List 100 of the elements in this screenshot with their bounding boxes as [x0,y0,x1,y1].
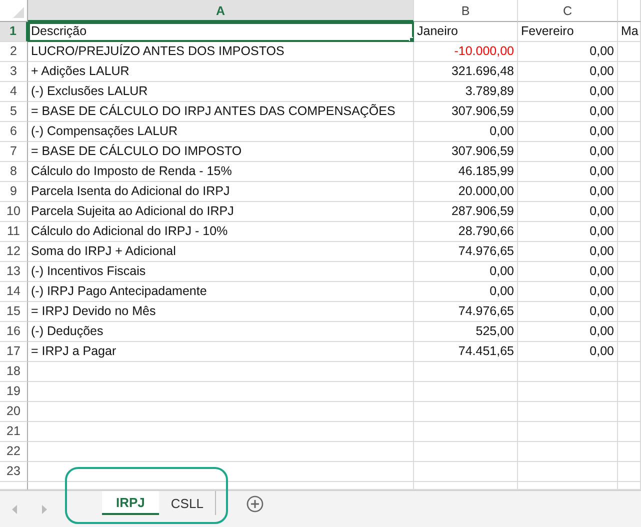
row-header[interactable]: 15 [0,302,28,322]
table-cell: (-) Deduções [28,322,414,342]
row-header[interactable]: 22 [0,442,28,462]
row-header[interactable]: 2 [0,42,28,62]
table-cell: 74.976,65 [414,302,518,322]
table-cell [618,42,641,62]
sheet-tab[interactable]: CSLL [158,491,216,515]
table-cell [618,162,641,182]
column-header[interactable] [618,0,641,22]
table-cell [618,442,641,462]
row-header[interactable]: 19 [0,382,28,402]
row-header[interactable]: 9 [0,182,28,202]
table-cell: 0,00 [518,282,618,302]
table-cell: 74.451,65 [414,342,518,362]
table-cell: Descrição [28,22,414,42]
column-header[interactable]: C [518,0,618,22]
table-cell: 20.000,00 [414,182,518,202]
table-cell: Cálculo do Imposto de Renda - 15% [28,162,414,182]
table-cell: 525,00 [414,322,518,342]
table-cell: Fevereiro [518,22,618,42]
row-header[interactable]: 10 [0,202,28,222]
table-cell: 0,00 [518,242,618,262]
row-header[interactable]: 23 [0,462,28,482]
table-cell: = BASE DE CÁLCULO DO IMPOSTO [28,142,414,162]
table-cell: Cálculo do Adicional do IRPJ - 10% [28,222,414,242]
table-cell: 287.906,59 [414,202,518,222]
table-cell [618,202,641,222]
table-cell: 0,00 [518,182,618,202]
table-cell: -10.000,00 [414,42,518,62]
table-cell: 0,00 [518,322,618,342]
row-header[interactable]: 7 [0,142,28,162]
table-cell [618,222,641,242]
table-cell: = IRPJ a Pagar [28,342,414,362]
scroll-right-icon[interactable] [42,504,48,514]
column-header[interactable]: A [28,0,414,22]
table-cell [618,322,641,342]
row-header[interactable]: 14 [0,282,28,302]
table-cell: = IRPJ Devido no Mês [28,302,414,322]
table-cell [618,262,641,282]
table-cell: 0,00 [518,302,618,322]
table-cell: 28.790,66 [414,222,518,242]
table-cell: 0,00 [518,122,618,142]
table-cell [618,82,641,102]
table-cell [618,62,641,82]
table-cell: 0,00 [518,102,618,122]
table-cell: 0,00 [414,262,518,282]
row-header[interactable]: 13 [0,262,28,282]
table-cell: 0,00 [518,162,618,182]
row-header[interactable]: 21 [0,422,28,442]
table-cell [618,102,641,122]
column-header[interactable]: B [414,0,518,22]
row-header[interactable]: 11 [0,222,28,242]
table-cell: 0,00 [518,82,618,102]
table-cell [618,302,641,322]
table-cell [618,142,641,162]
table-cell [618,402,641,422]
table-cell: 0,00 [414,122,518,142]
table-cell: Parcela Isenta do Adicional do IRPJ [28,182,414,202]
table-cell [618,242,641,262]
row-header[interactable]: 17 [0,342,28,362]
table-cell [618,122,641,142]
row-header[interactable]: 16 [0,322,28,342]
table-cell: Parcela Sujeita ao Adicional do IRPJ [28,202,414,222]
row-header[interactable]: 8 [0,162,28,182]
row-header[interactable]: 6 [0,122,28,142]
table-cell: LUCRO/PREJUÍZO ANTES DOS IMPOSTOS [28,42,414,62]
table-cell: Ma [618,22,641,42]
row-header[interactable]: 18 [0,362,28,382]
table-cell: 0,00 [518,222,618,242]
scroll-left-icon[interactable] [12,504,18,514]
table-cell: Soma do IRPJ + Adicional [28,242,414,262]
row-header[interactable]: 3 [0,62,28,82]
table-cell: 46.185,99 [414,162,518,182]
row-header[interactable]: 4 [0,82,28,102]
table-cell: = BASE DE CÁLCULO DO IRPJ ANTES DAS COMPENSAÇÕES [28,102,414,122]
table-cell: (-) Compensações LALUR [28,122,414,142]
table-cell: 0,00 [518,42,618,62]
table-cell: + Adições LALUR [28,62,414,82]
table-cell: 307.906,59 [414,142,518,162]
table-cell: 0,00 [518,342,618,362]
row-header[interactable]: 1 [0,22,28,42]
row-header[interactable]: 12 [0,242,28,262]
add-sheet-icon[interactable] [246,495,264,513]
table-cell: 321.696,48 [414,62,518,82]
table-cell [618,282,641,302]
table-cell [618,382,641,402]
table-cell: 307.906,59 [414,102,518,122]
sheet-tab[interactable]: IRPJ [102,491,159,515]
table-cell: 3.789,89 [414,82,518,102]
row-header[interactable]: 20 [0,402,28,422]
table-cell: 0,00 [414,282,518,302]
table-cell: 0,00 [518,142,618,162]
table-cell: 0,00 [518,202,618,222]
table-cell [618,362,641,382]
row-header[interactable] [0,482,28,490]
row-header[interactable]: 5 [0,102,28,122]
table-cell [618,342,641,362]
table-cell: (-) Incentivos Fiscais [28,262,414,282]
table-cell: Janeiro [414,22,518,42]
table-cell: 0,00 [518,62,618,82]
